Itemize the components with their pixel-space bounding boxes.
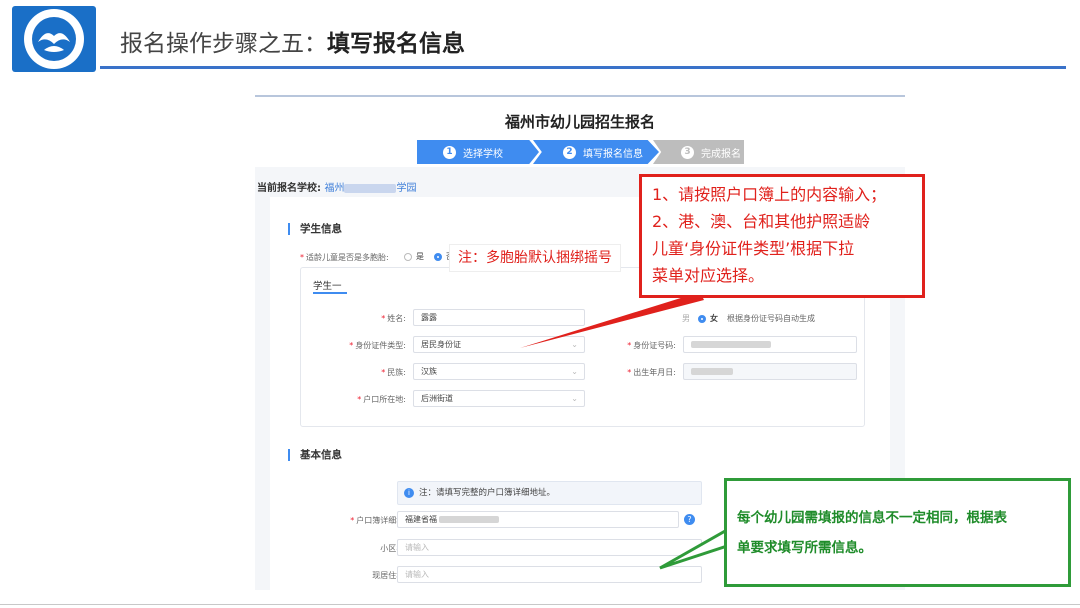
multi-birth-note: 注：多胞胎默认捆绑摇号 (449, 244, 621, 272)
green-pointer (659, 527, 729, 570)
green-callout-line: 单要求填写所需信息。 (737, 540, 872, 556)
footer-divider (0, 604, 1080, 605)
red-callout-line: 儿童‘身份证件类型’根据下拉 (652, 239, 855, 258)
red-arrow (520, 292, 704, 348)
red-callout-line: 2、港、澳、台和其他护照适龄 (652, 212, 871, 231)
green-callout-line: 每个幼儿园需填报的信息不一定相同，根据表 (737, 510, 1007, 526)
green-instruction-callout: 每个幼儿园需填报的信息不一定相同，根据表 单要求填写所需信息。 (724, 478, 1071, 587)
red-callout-line: 菜单对应选择。 (652, 266, 765, 285)
red-callout-line: 1、请按照户口簿上的内容输入； (652, 185, 887, 204)
red-instruction-callout: 1、请按照户口簿上的内容输入； 2、港、澳、台和其他护照适龄 儿童‘身份证件类型… (639, 174, 925, 298)
